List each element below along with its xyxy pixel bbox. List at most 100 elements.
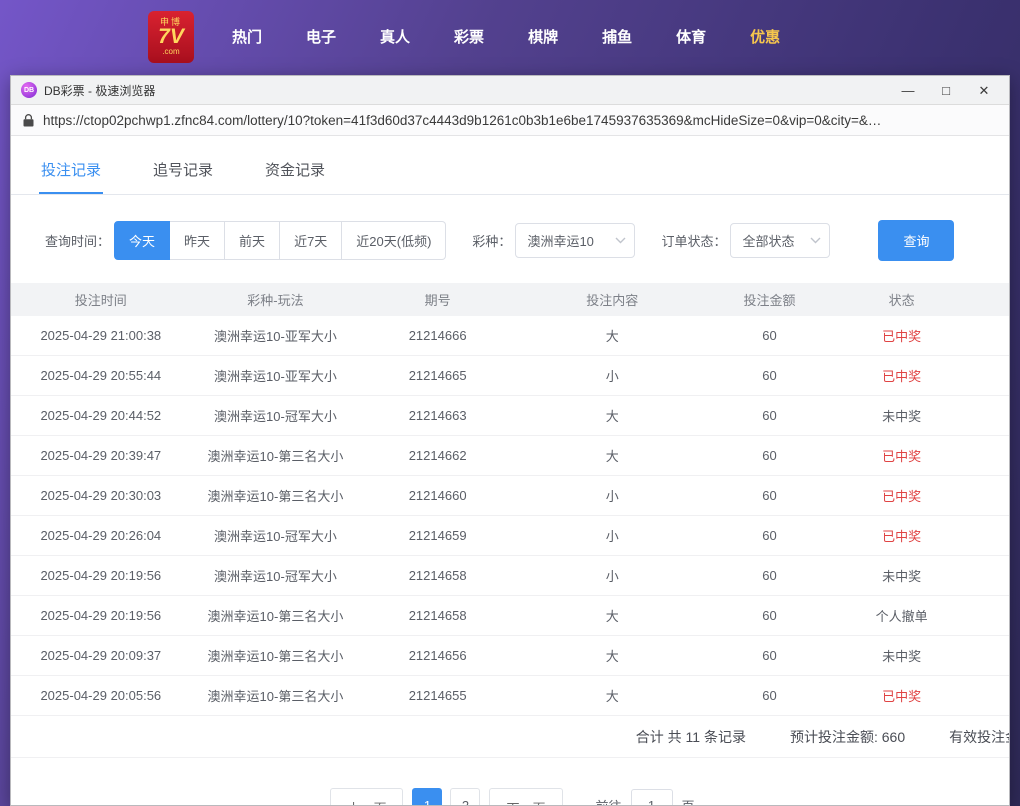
cell-content: 大 bbox=[515, 326, 710, 345]
table-row[interactable]: 2025-04-29 20:09:37澳洲幸运10-第三名大小21214656大… bbox=[11, 636, 1009, 676]
column-header: 状态 bbox=[829, 290, 974, 309]
cell-status: 已中奖 bbox=[829, 446, 974, 465]
time-filter-group: 今天昨天前天近7天近20天(低频) bbox=[114, 221, 446, 260]
page-number[interactable]: 2 bbox=[450, 788, 480, 805]
column-header: 投注金额 bbox=[710, 290, 830, 309]
cell-time: 2025-04-29 20:19:56 bbox=[11, 608, 191, 623]
cell-status: 已中奖 bbox=[829, 526, 974, 545]
next-page-button[interactable]: 下一页 bbox=[489, 788, 562, 805]
cell-content: 小 bbox=[515, 566, 710, 585]
cell-time: 2025-04-29 20:30:03 bbox=[11, 488, 191, 503]
cell-content: 小 bbox=[515, 486, 710, 505]
cell-amount: 60 bbox=[710, 648, 830, 663]
table-row[interactable]: 2025-04-29 20:44:52澳洲幸运10-冠军大小21214663大6… bbox=[11, 396, 1009, 436]
desktop-background: 申博 7V .com 热门电子真人彩票棋牌捕鱼体育优惠 DB DB彩票 - 极速… bbox=[0, 0, 1020, 806]
url-text[interactable]: https://ctop02pchwp1.zfnc84.com/lottery/… bbox=[43, 113, 881, 128]
time-filter-button[interactable]: 今天 bbox=[114, 221, 170, 260]
cell-time: 2025-04-29 20:26:04 bbox=[11, 528, 191, 543]
maximize-icon[interactable]: □ bbox=[927, 77, 965, 104]
goto-page-input[interactable] bbox=[631, 789, 673, 806]
record-tabs: 投注记录追号记录资金记录 bbox=[11, 144, 1009, 195]
cell-game: 澳洲幸运10-冠军大小 bbox=[191, 406, 361, 425]
table-body: 2025-04-29 21:00:38澳洲幸运10-亚军大小21214666大6… bbox=[11, 316, 1009, 716]
nav-item[interactable]: 电子 bbox=[284, 16, 358, 57]
table-row[interactable]: 2025-04-29 21:00:38澳洲幸运10-亚军大小21214666大6… bbox=[11, 316, 1009, 356]
address-bar[interactable]: https://ctop02pchwp1.zfnc84.com/lottery/… bbox=[11, 105, 1009, 136]
cell-amount: 60 bbox=[710, 528, 830, 543]
nav-item[interactable]: 彩票 bbox=[432, 16, 506, 57]
lottery-filter-label: 彩种： bbox=[472, 231, 511, 250]
cell-time: 2025-04-29 20:39:47 bbox=[11, 448, 191, 463]
pagination: 上一页 12 下一页 前往 页 bbox=[11, 788, 1009, 805]
chevron-down-icon bbox=[810, 237, 821, 244]
prev-page-button[interactable]: 上一页 bbox=[330, 788, 403, 805]
chevron-down-icon bbox=[615, 237, 626, 244]
table-row[interactable]: 2025-04-29 20:19:56澳洲幸运10-冠军大小21214658小6… bbox=[11, 556, 1009, 596]
filter-bar: 查询时间： 今天昨天前天近7天近20天(低频) 彩种： 澳洲幸运10 订单状态：… bbox=[11, 195, 1009, 283]
time-filter-button[interactable]: 近20天(低频) bbox=[342, 221, 446, 260]
cell-amount: 60 bbox=[710, 448, 830, 463]
tab[interactable]: 资金记录 bbox=[263, 144, 327, 194]
cell-amount: 60 bbox=[710, 328, 830, 343]
order-status-select[interactable]: 全部状态 bbox=[730, 223, 830, 258]
nav-item[interactable]: 热门 bbox=[210, 16, 284, 57]
cell-issue: 21214658 bbox=[360, 608, 515, 623]
tab[interactable]: 追号记录 bbox=[151, 144, 215, 194]
time-filter-button[interactable]: 前天 bbox=[225, 221, 280, 260]
cell-status: 个人撤单 bbox=[829, 606, 974, 625]
valid-bet-amount-text: 有效投注金额: bbox=[949, 727, 1009, 747]
cell-status: 未中奖 bbox=[829, 566, 974, 585]
goto-suffix: 页 bbox=[682, 796, 695, 806]
window-titlebar[interactable]: DB DB彩票 - 极速浏览器 — □ ✕ bbox=[11, 76, 1009, 105]
table-row[interactable]: 2025-04-29 20:55:44澳洲幸运10-亚军大小21214665小6… bbox=[11, 356, 1009, 396]
cell-game: 澳洲幸运10-冠军大小 bbox=[191, 526, 361, 545]
nav-item[interactable]: 优惠 bbox=[728, 16, 802, 57]
site-nav: 热门电子真人彩票棋牌捕鱼体育优惠 bbox=[210, 16, 802, 57]
cell-amount: 60 bbox=[710, 488, 830, 503]
time-filter-label: 查询时间： bbox=[45, 231, 110, 250]
table-header-row: 投注时间彩种-玩法期号投注内容投注金额状态 bbox=[11, 283, 1009, 316]
cell-issue: 21214658 bbox=[360, 568, 515, 583]
column-header: 彩种-玩法 bbox=[191, 290, 361, 309]
cell-amount: 60 bbox=[710, 608, 830, 623]
cell-game: 澳洲幸运10-第三名大小 bbox=[191, 646, 361, 665]
table-row[interactable]: 2025-04-29 20:19:56澳洲幸运10-第三名大小21214658大… bbox=[11, 596, 1009, 636]
search-button[interactable]: 查询 bbox=[878, 220, 954, 261]
logo-main-text: 7V bbox=[158, 27, 184, 47]
cell-content: 小 bbox=[515, 366, 710, 385]
browser-favicon-icon: DB bbox=[21, 82, 37, 98]
nav-item[interactable]: 真人 bbox=[358, 16, 432, 57]
cell-issue: 21214660 bbox=[360, 488, 515, 503]
cell-issue: 21214659 bbox=[360, 528, 515, 543]
cell-time: 2025-04-29 20:44:52 bbox=[11, 408, 191, 423]
cell-content: 大 bbox=[515, 686, 710, 705]
time-filter-button[interactable]: 近7天 bbox=[280, 221, 342, 260]
cell-game: 澳洲幸运10-第三名大小 bbox=[191, 446, 361, 465]
cell-issue: 21214666 bbox=[360, 328, 515, 343]
lottery-select[interactable]: 澳洲幸运10 bbox=[515, 223, 635, 258]
minimize-icon[interactable]: — bbox=[889, 77, 927, 104]
table-row[interactable]: 2025-04-29 20:39:47澳洲幸运10-第三名大小21214662大… bbox=[11, 436, 1009, 476]
window-title: DB彩票 - 极速浏览器 bbox=[44, 82, 889, 99]
page-content: 投注记录追号记录资金记录 查询时间： 今天昨天前天近7天近20天(低频) 彩种：… bbox=[11, 136, 1009, 805]
lock-icon bbox=[23, 114, 34, 127]
nav-item[interactable]: 体育 bbox=[654, 16, 728, 57]
cell-status: 未中奖 bbox=[829, 406, 974, 425]
nav-item[interactable]: 棋牌 bbox=[506, 16, 580, 57]
cell-issue: 21214663 bbox=[360, 408, 515, 423]
cell-content: 小 bbox=[515, 526, 710, 545]
table-row[interactable]: 2025-04-29 20:05:56澳洲幸运10-第三名大小21214655大… bbox=[11, 676, 1009, 716]
page-number[interactable]: 1 bbox=[412, 788, 442, 805]
nav-item[interactable]: 捕鱼 bbox=[580, 16, 654, 57]
time-filter-button[interactable]: 昨天 bbox=[170, 221, 225, 260]
status-filter-label: 订单状态： bbox=[661, 231, 726, 250]
table-row[interactable]: 2025-04-29 20:26:04澳洲幸运10-冠军大小21214659小6… bbox=[11, 516, 1009, 556]
expected-bet-amount-text: 预计投注金额: 660 bbox=[790, 727, 905, 747]
column-header: 投注内容 bbox=[515, 290, 710, 309]
table-row[interactable]: 2025-04-29 20:30:03澳洲幸运10-第三名大小21214660小… bbox=[11, 476, 1009, 516]
tab[interactable]: 投注记录 bbox=[39, 144, 103, 194]
cell-game: 澳洲幸运10-第三名大小 bbox=[191, 486, 361, 505]
site-logo[interactable]: 申博 7V .com bbox=[148, 11, 194, 63]
close-icon[interactable]: ✕ bbox=[965, 77, 1003, 104]
cell-content: 大 bbox=[515, 406, 710, 425]
